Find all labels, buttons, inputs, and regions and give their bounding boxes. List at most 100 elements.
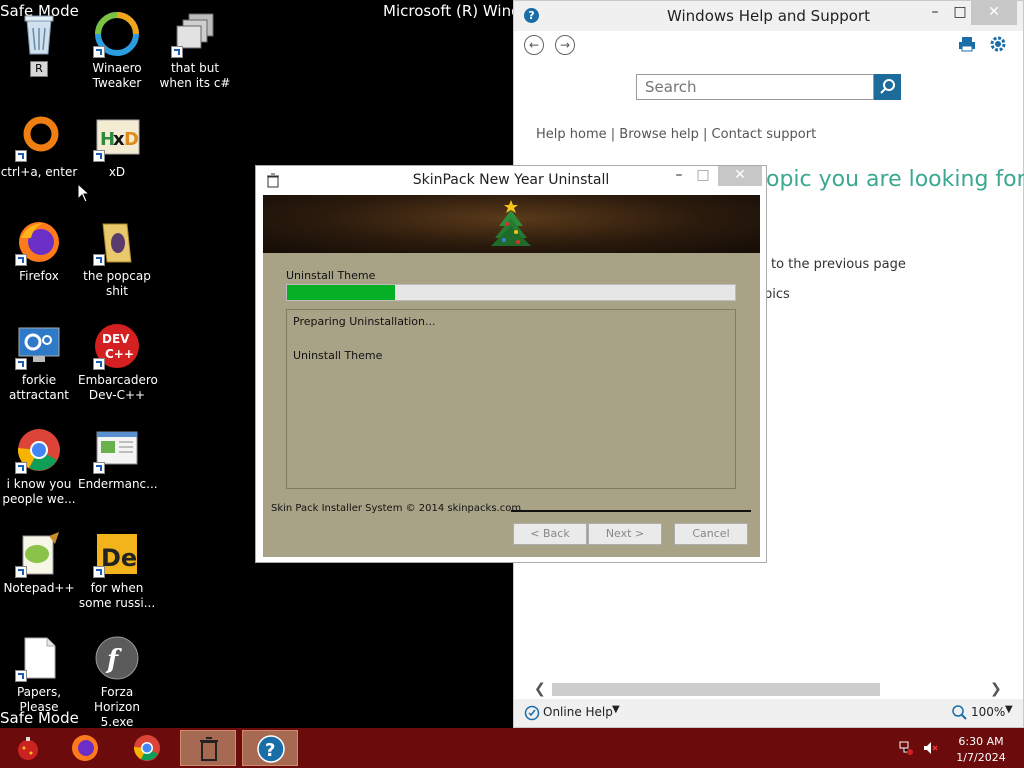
desktop-icon-label: for when some russi...	[78, 581, 156, 610]
help-search	[636, 74, 901, 100]
taskbar-clock[interactable]: 6:30 AM 1/7/2024	[950, 734, 1012, 766]
desktop-icon-label: that but when its c#	[159, 61, 231, 90]
svg-text:De: De	[101, 544, 137, 572]
zoom-level[interactable]: 100%	[971, 705, 1005, 719]
uninstall-log: Preparing Uninstallation... Uninstall Th…	[286, 309, 736, 489]
desktop-icon-ctrl-a-enter[interactable]: ctrl+a, enter	[0, 114, 78, 180]
contact-support-link[interactable]: Contact support	[712, 127, 817, 142]
help-titlebar[interactable]: ? Windows Help and Support – □ ✕	[514, 1, 1023, 31]
desktop-icon-label: i know you people we...	[2, 477, 76, 506]
shortcut-arrow-icon	[15, 254, 27, 266]
svg-text:C++: C++	[105, 347, 134, 361]
close-button[interactable]: ✕	[971, 1, 1017, 25]
desktop-icon-endermanc[interactable]: Endermanc...	[78, 426, 158, 492]
browse-help-link[interactable]: Browse help	[619, 127, 699, 142]
horizontal-scrollbar[interactable]: ❮ ❯	[522, 681, 1012, 699]
shortcut-arrow-icon	[93, 46, 105, 58]
scroll-left-icon[interactable]: ❮	[534, 681, 546, 697]
dialog-titlebar[interactable]: SkinPack New Year Uninstall – □ ✕	[256, 166, 766, 194]
shortcut-arrow-icon	[93, 566, 105, 578]
log-line: Uninstall Theme	[293, 349, 383, 362]
firefox-icon	[72, 735, 98, 761]
shortcut-arrow-icon	[15, 670, 27, 682]
chevron-down-icon[interactable]: ▼	[612, 704, 620, 715]
flash-icon: f	[95, 636, 139, 680]
desktop-icon-forza[interactable]: f Forza Horizon 5.exe	[78, 634, 156, 730]
rename-textbox[interactable]: R	[30, 61, 48, 77]
desktop-icon-popcap[interactable]: the popcap shit	[78, 218, 156, 299]
dialog-body: Uninstall Theme Preparing Uninstallation…	[263, 195, 760, 557]
zoom-icon[interactable]	[951, 704, 967, 720]
help-nav-bar: ← →	[514, 31, 1023, 65]
help-body-line: to the previous page	[771, 257, 906, 272]
online-help-icon	[524, 705, 540, 721]
desktop-icon-papers-please[interactable]: Papers, Please	[0, 634, 78, 715]
desktop-icon-label: xD	[108, 165, 126, 179]
progress-fill	[287, 285, 395, 300]
desktop-icon-notepadpp[interactable]: Notepad++	[0, 530, 78, 596]
uninstall-dialog: SkinPack New Year Uninstall – □ ✕ Uninst…	[255, 165, 767, 563]
search-button[interactable]	[874, 74, 901, 100]
taskbar-firefox[interactable]	[57, 730, 113, 766]
svg-text:DEV: DEV	[102, 332, 130, 346]
maximize-button[interactable]: □	[688, 166, 718, 186]
start-button[interactable]	[0, 730, 56, 766]
svg-text:D: D	[124, 129, 139, 150]
desktop-icon-label: Firefox	[19, 269, 59, 283]
volume-muted-icon[interactable]	[922, 740, 938, 756]
uninstall-progress-bar	[286, 284, 736, 301]
clock-date: 1/7/2024	[956, 751, 1006, 764]
desktop-icon-label: Papers, Please	[16, 685, 62, 714]
taskbar-chrome[interactable]	[119, 730, 175, 766]
shortcut-arrow-icon	[93, 254, 105, 266]
back-arrow-icon[interactable]: ←	[524, 35, 544, 55]
online-help-dropdown[interactable]: Online Help	[543, 705, 613, 719]
next-button[interactable]: Next >	[588, 523, 662, 545]
dialog-banner	[263, 195, 760, 253]
desktop-icon-label: Forza Horizon 5.exe	[94, 685, 140, 729]
back-button[interactable]: < Back	[513, 523, 587, 545]
network-icon[interactable]	[898, 740, 914, 756]
chrome-icon	[133, 735, 160, 761]
help-status-bar: Online Help ▼ 100% ▼	[514, 699, 1023, 727]
desktop-icon-label: ctrl+a, enter	[0, 165, 78, 179]
print-icon[interactable]	[958, 36, 976, 52]
desktop-icon-winaero[interactable]: Winaero Tweaker	[78, 10, 156, 91]
desktop-icon-recycle-bin[interactable]: R	[0, 10, 78, 77]
desktop-icon-label: Embarcadero Dev-C++	[78, 373, 158, 402]
link-separator: |	[610, 127, 616, 142]
desktop-icon-de[interactable]: De for when some russi...	[78, 530, 156, 611]
cancel-button[interactable]: Cancel	[674, 523, 748, 545]
desktop-icon-label: Endermanc...	[78, 477, 158, 491]
trash-icon	[200, 737, 218, 761]
close-button[interactable]: ✕	[718, 166, 762, 186]
shortcut-arrow-icon	[93, 358, 105, 370]
chevron-down-icon[interactable]: ▼	[1005, 704, 1013, 715]
shortcut-arrow-icon	[93, 462, 105, 474]
desktop-icon-label: forkie attractant	[8, 373, 70, 402]
desktop-icon-forkie[interactable]: forkie attractant	[0, 322, 78, 403]
search-icon	[880, 79, 895, 94]
desktop-icon-firefox[interactable]: Firefox	[0, 218, 78, 284]
shortcut-arrow-icon	[15, 358, 27, 370]
forward-arrow-icon[interactable]: →	[555, 35, 575, 55]
shortcut-arrow-icon	[171, 46, 183, 58]
recycle-bin-icon	[24, 15, 54, 55]
help-search-input[interactable]	[636, 74, 874, 100]
scroll-right-icon[interactable]: ❯	[990, 681, 1002, 697]
desktop-icon-chrome[interactable]: i know you people we...	[0, 426, 78, 507]
settings-gear-icon[interactable]	[989, 35, 1007, 53]
shortcut-arrow-icon	[93, 150, 105, 162]
taskbar-help[interactable]: ?	[242, 730, 298, 766]
desktop-icon-that-but-when[interactable]: that but when its c#	[156, 10, 234, 91]
progress-label: Uninstall Theme	[286, 269, 376, 282]
scrollbar-thumb[interactable]	[552, 683, 880, 696]
desktop-icon-devcpp[interactable]: DEV C++ Embarcadero Dev-C++	[78, 322, 158, 403]
svg-text:?: ?	[265, 740, 275, 761]
desktop-icon-xd[interactable]: H x D xD	[78, 114, 156, 180]
taskbar-uninstaller[interactable]	[180, 730, 236, 766]
system-version-label: Microsoft (R) Windo	[383, 2, 530, 20]
installer-brand-text: Skin Pack Installer System © 2014 skinpa…	[271, 503, 522, 514]
help-home-link[interactable]: Help home	[536, 127, 607, 142]
help-links: Help home | Browse help | Contact suppor…	[536, 127, 816, 142]
